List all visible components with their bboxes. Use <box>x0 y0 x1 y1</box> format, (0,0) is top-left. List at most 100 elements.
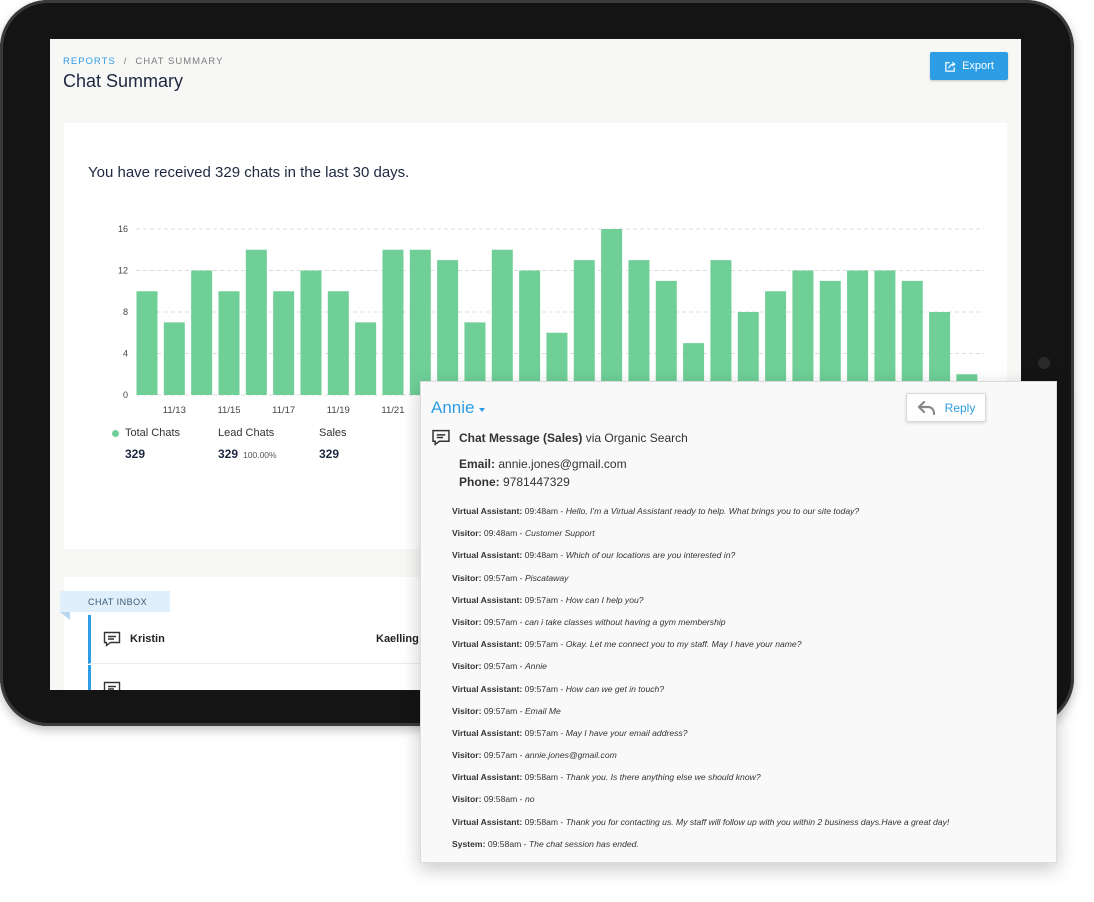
stat-label: Sales <box>319 427 347 439</box>
email-value: annie.jones@gmail.com <box>498 457 627 471</box>
message-type: Chat Message (Sales) <box>459 430 583 445</box>
x-tick-label: 11/21 <box>381 405 404 416</box>
export-label: Export <box>962 60 994 72</box>
page-title: Chat Summary <box>63 71 184 91</box>
reply-icon <box>917 400 935 415</box>
transcript-time: 09:57am - <box>483 750 523 761</box>
message-source: via Organic Search <box>585 430 688 445</box>
y-tick-label: 4 <box>123 349 128 359</box>
stat-value: 329 <box>218 447 239 461</box>
phone-value: 9781447329 <box>503 475 570 489</box>
transcript-speaker: Virtual Assistant: <box>452 506 523 516</box>
stat-value: 329 <box>125 447 146 461</box>
transcript-text: Customer Support <box>524 528 595 539</box>
transcript-time: 09:48am - <box>524 506 564 516</box>
transcript-speaker: Visitor: <box>452 750 482 761</box>
transcript-text: Piscataway <box>524 572 569 583</box>
transcript-time: 09:58am - <box>524 816 564 827</box>
chart-bar <box>245 249 267 395</box>
transcript-line: Visitor: 09:57am - annie.jones@gmail.com <box>452 750 1042 772</box>
transcript-speaker: Visitor: <box>452 616 482 627</box>
chart-bar <box>519 270 541 395</box>
export-icon <box>945 61 956 72</box>
export-button[interactable]: Export <box>930 52 1008 80</box>
contact-last-name: Kaelling <box>376 633 419 645</box>
breadcrumb-reports-link[interactable]: REPORTS <box>63 56 116 67</box>
transcript-line: Virtual Assistant: 09:57am - Okay. Let m… <box>452 639 1042 661</box>
chart-bar <box>300 270 322 395</box>
transcript-time: 09:57am - <box>524 594 564 605</box>
x-tick-label: 11/13 <box>163 405 186 416</box>
transcript-line: Virtual Assistant: 09:57am - How can I h… <box>452 595 1042 617</box>
contact-name: Annie <box>431 398 475 417</box>
transcript-text: Hello, I'm a Virtual Assistant ready to … <box>565 506 860 516</box>
transcript-speaker: Virtual Assistant: <box>452 727 523 738</box>
chart-bar <box>437 260 459 395</box>
transcript-time: 09:57am - <box>524 639 564 650</box>
transcript-speaker: Virtual Assistant: <box>452 639 523 650</box>
transcript-text: How can I help you? <box>565 594 644 605</box>
transcript-line: Visitor: 09:58am - no <box>452 794 1042 816</box>
chart-bar <box>710 260 732 395</box>
contact-email: Email: annie.jones@gmail.com <box>459 457 627 471</box>
transcript-text: Email Me <box>524 705 561 716</box>
stat-value: 329 <box>319 447 340 461</box>
contact-phone: Phone: 9781447329 <box>459 475 570 489</box>
chart-bar <box>491 249 513 395</box>
breadcrumb-separator: / <box>123 56 128 67</box>
chat-bubble-icon <box>103 681 121 690</box>
message-header: Chat Message (Sales) via Organic Search <box>431 429 688 446</box>
transcript-line: System: 09:58am - The chat session has e… <box>452 839 1042 861</box>
transcript-speaker: Virtual Assistant: <box>452 772 523 783</box>
stat-lead-chats: Lead Chats 329 100.00% <box>218 427 277 461</box>
transcript-time: 09:57am - <box>524 727 564 738</box>
y-tick-label: 12 <box>118 266 128 276</box>
transcript-line: Visitor: 09:57am - Annie <box>452 661 1042 683</box>
transcript-time: 09:48am - <box>483 528 523 539</box>
transcript-line: Virtual Assistant: 09:48am - Hello, I'm … <box>452 506 1042 528</box>
transcript-time: 09:58am - <box>487 838 527 849</box>
transcript-line: Virtual Assistant: 09:58am - Thank you. … <box>452 772 1042 794</box>
transcript-line: Virtual Assistant: 09:57am - How can we … <box>452 684 1042 706</box>
transcript-text: May I have your email address? <box>565 727 688 738</box>
chart-bar <box>409 249 431 395</box>
transcript-speaker: Virtual Assistant: <box>452 816 523 827</box>
transcript-text: annie.jones@gmail.com <box>524 750 617 761</box>
y-tick-label: 16 <box>118 224 128 234</box>
transcript-time: 09:57am - <box>483 705 523 716</box>
chart-bar <box>792 270 814 395</box>
transcript-speaker: Virtual Assistant: <box>452 683 523 694</box>
legend-dot <box>112 429 119 437</box>
stat-percent: 100.00% <box>243 450 277 460</box>
stat-label: Total Chats <box>125 427 181 439</box>
stat-sales: Sales 329 <box>319 427 347 461</box>
transcript-text: Which of our locations are you intereste… <box>565 550 736 561</box>
x-tick-label: 11/17 <box>272 405 295 416</box>
transcript-speaker: Visitor: <box>452 572 482 583</box>
transcript-text: The chat session has ended. <box>528 838 639 849</box>
tab-chat-inbox[interactable]: CHAT INBOX <box>60 591 170 612</box>
chart-bar <box>355 322 377 395</box>
transcript-text: Thank you. Is there anything else we sho… <box>565 772 761 783</box>
reply-button[interactable]: Reply <box>906 393 986 422</box>
contact-name-dropdown[interactable]: Annie <box>431 398 486 418</box>
transcript-line: Visitor: 09:48am - Customer Support <box>452 528 1042 550</box>
chart-bar <box>819 280 841 395</box>
y-tick-label: 0 <box>123 390 128 400</box>
transcript-text: How can we get in touch? <box>565 683 665 694</box>
transcript-time: 09:48am - <box>524 550 564 561</box>
contact-first-name: Kristin <box>130 633 165 645</box>
transcript-line: Virtual Assistant: 09:48am - Which of ou… <box>452 550 1042 572</box>
chart-bar <box>218 291 240 395</box>
chart-bar <box>628 260 650 395</box>
chart-bar <box>136 291 158 395</box>
chart-bar <box>382 249 404 395</box>
transcript-time: 09:58am - <box>483 794 523 805</box>
tablet-camera <box>1038 357 1050 369</box>
transcript-time: 09:57am - <box>524 683 564 694</box>
transcript-speaker: Virtual Assistant: <box>452 550 523 561</box>
chat-bubble-icon <box>432 429 450 446</box>
chart-bar <box>601 229 623 395</box>
chat-bubble-icon <box>103 631 121 647</box>
chevron-down-icon <box>479 407 486 412</box>
